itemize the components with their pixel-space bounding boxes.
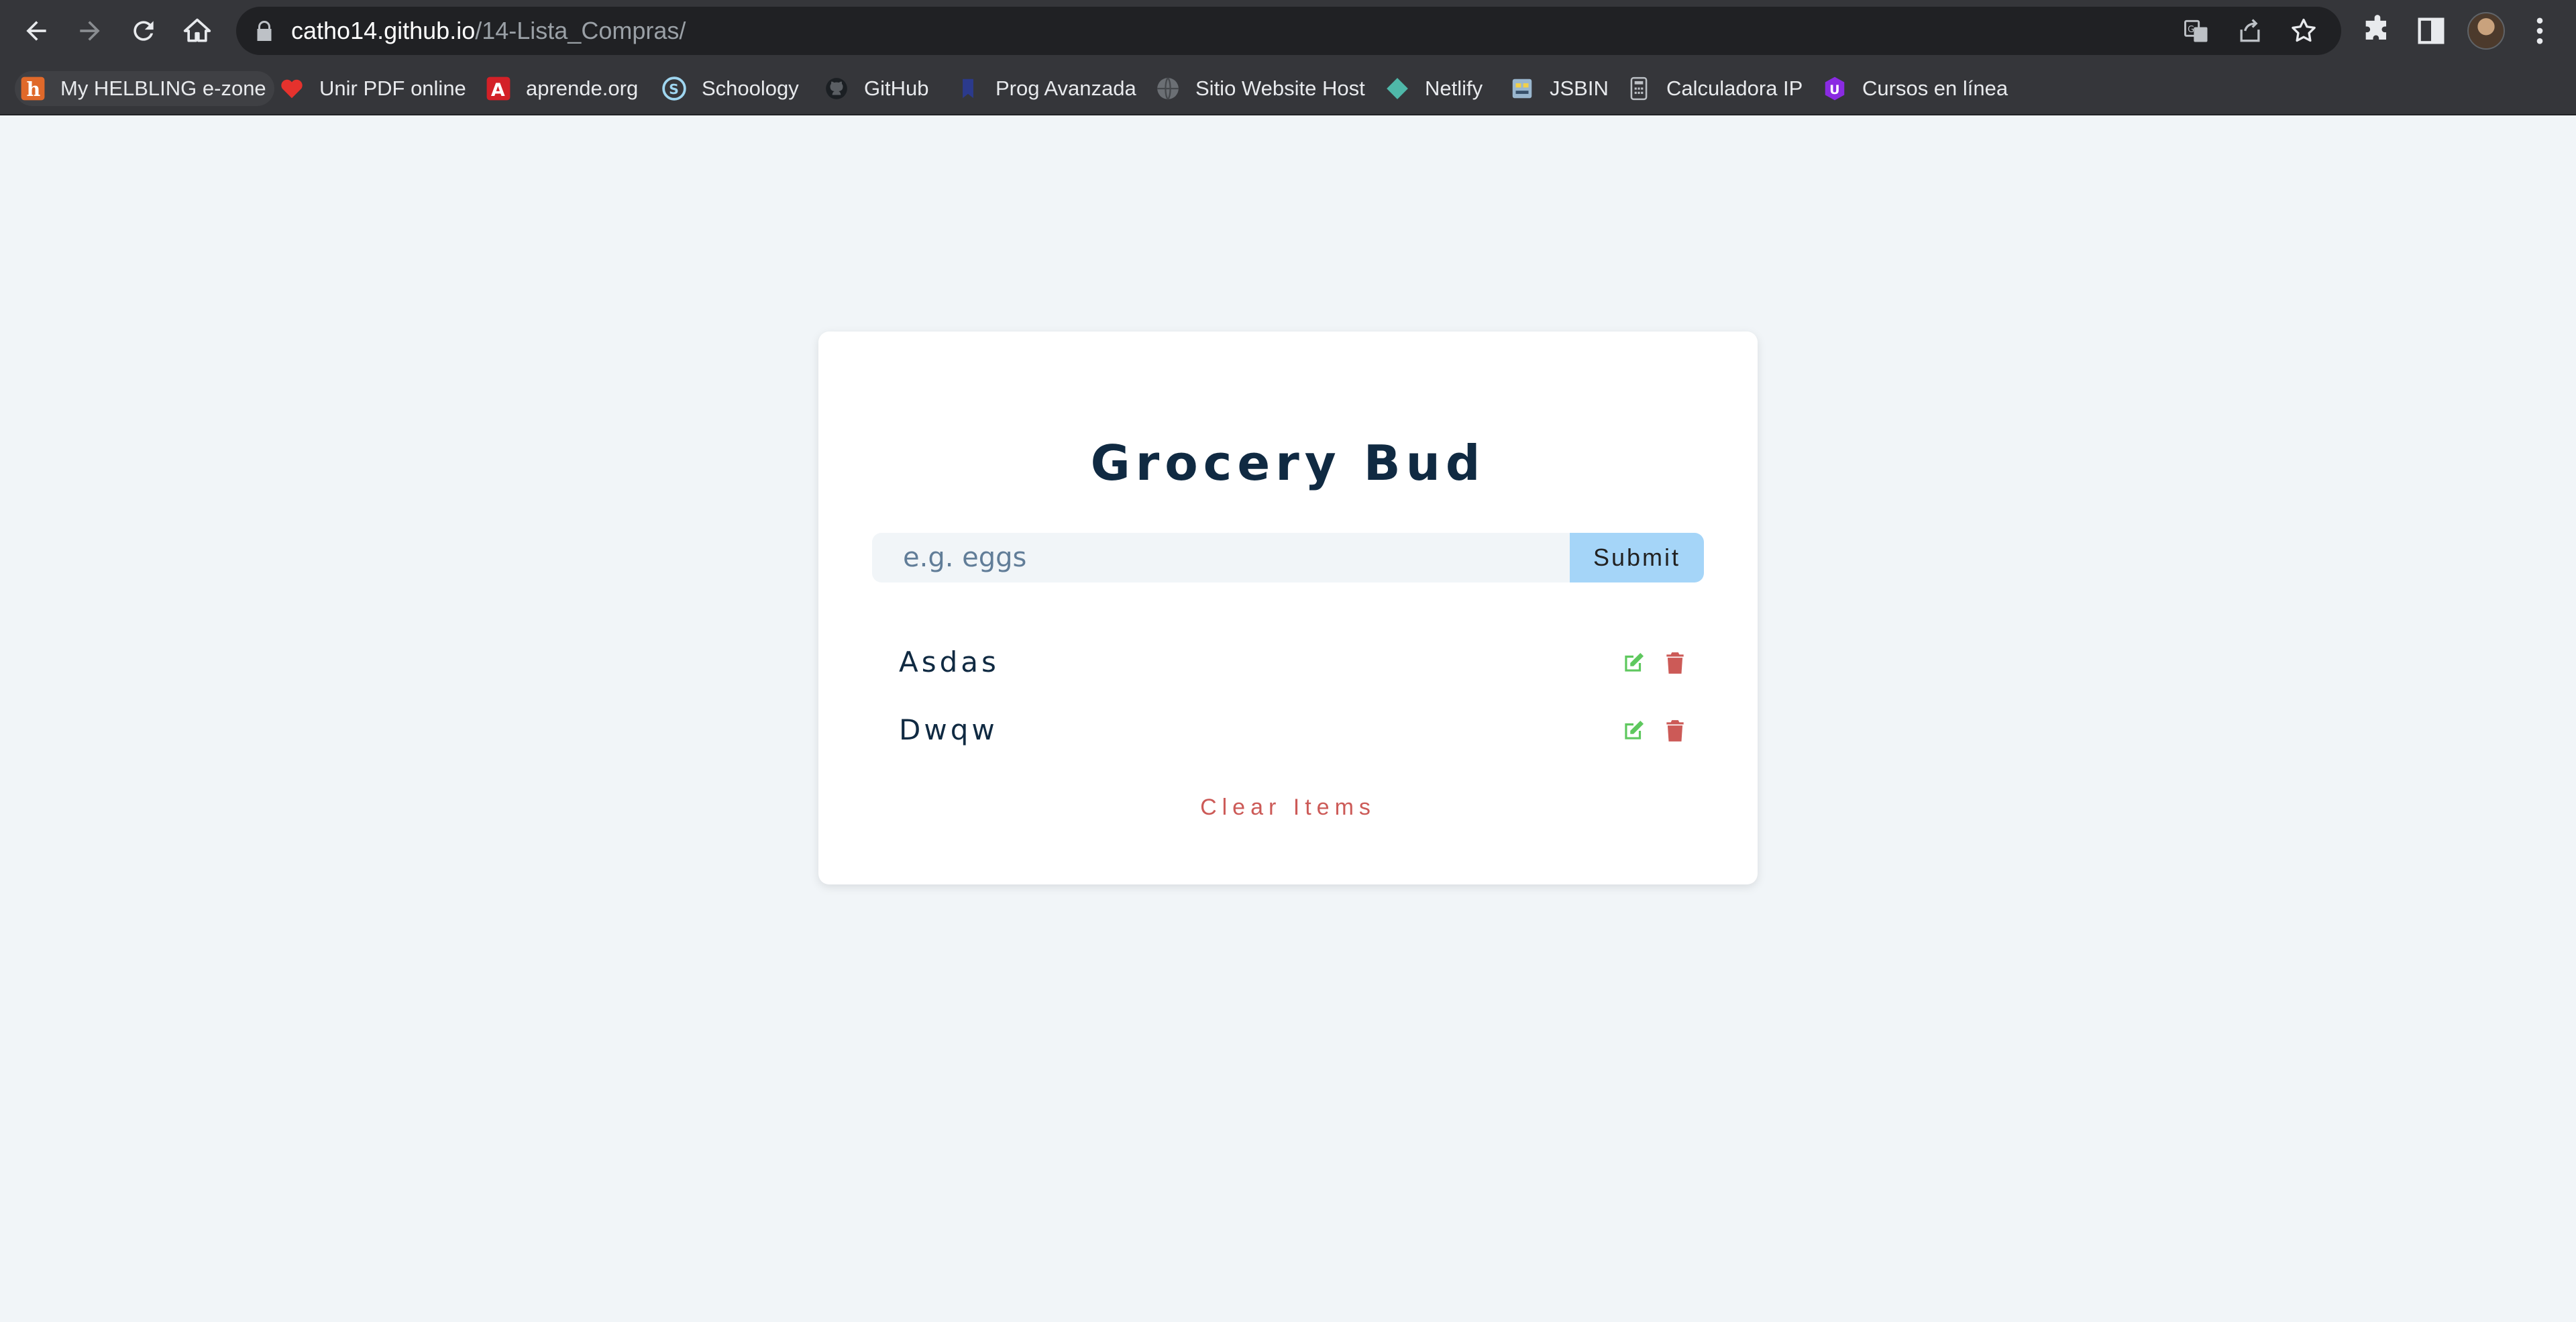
bookmark-netlify[interactable]: Netlify: [1385, 71, 1483, 106]
udemy-icon: U: [1822, 76, 1847, 101]
bookmark-prog-avanzada[interactable]: Prog Avanzada: [955, 71, 1136, 106]
delete-button[interactable]: [1662, 650, 1688, 676]
aprende-icon: A: [486, 76, 511, 101]
bookmark-label: Sitio Website Host: [1195, 77, 1365, 100]
extensions-icon[interactable]: [2360, 13, 2395, 48]
browser-toolbar: catho14.github.io/14-Lista_Compras/ G: [0, 0, 2576, 62]
forward-arrow-icon: [80, 21, 100, 41]
grocery-item: Dwqw: [899, 707, 1684, 754]
svg-text:A: A: [491, 80, 505, 101]
address-bar[interactable]: catho14.github.io/14-Lista_Compras/ G: [236, 7, 2341, 55]
trash-icon: [1666, 720, 1684, 742]
page-title: Grocery Bud: [1090, 435, 1486, 491]
grocery-item-title: Dwqw: [899, 713, 998, 746]
bookmark-label: Calculadora IP: [1666, 77, 1803, 100]
svg-text:S: S: [669, 81, 679, 97]
globe-icon: [1155, 76, 1181, 101]
edit-button[interactable]: [1621, 650, 1646, 676]
edit-button[interactable]: [1621, 718, 1646, 744]
reload-icon: [133, 21, 154, 41]
grocery-input[interactable]: [872, 533, 1570, 582]
browser-chrome: catho14.github.io/14-Lista_Compras/ G h …: [0, 0, 2576, 115]
bookmark-schoology[interactable]: S Schoology: [661, 71, 799, 106]
share-icon[interactable]: [2235, 16, 2265, 46]
bookmark-label: Netlify: [1425, 77, 1483, 100]
url-text: catho14.github.io/14-Lista_Compras/: [291, 7, 686, 55]
heart-pdf-icon: [279, 76, 305, 101]
trash-icon: [1666, 652, 1684, 674]
bookmark-label: Cursos en línea: [1862, 77, 2008, 100]
grocery-item: Asdas: [899, 639, 1684, 686]
bookmark-github[interactable]: GitHub: [824, 71, 928, 106]
bookmark-calculadora-ip[interactable]: Calculadora IP: [1626, 71, 1803, 106]
grocery-card: Grocery Bud Submit Asdas Dwqw Clear Item…: [818, 332, 1758, 884]
grocery-form: Submit: [872, 533, 1704, 582]
svg-text:h: h: [27, 78, 41, 101]
forward-button[interactable]: [68, 9, 111, 52]
grocery-item-title: Asdas: [899, 646, 1000, 678]
home-button[interactable]: [176, 9, 219, 52]
bookmark-label: Schoology: [702, 77, 799, 100]
reload-button[interactable]: [122, 9, 165, 52]
github-icon: [824, 76, 849, 101]
submit-button[interactable]: Submit: [1570, 533, 1704, 582]
url-path: /14-Lista_Compras/: [475, 17, 686, 44]
bookmark-star-icon[interactable]: [2289, 16, 2318, 46]
delete-button[interactable]: [1662, 718, 1688, 744]
bookmark-label: GitHub: [864, 77, 929, 100]
back-button[interactable]: [15, 9, 58, 52]
netlify-icon: [1385, 76, 1410, 101]
home-icon: [183, 18, 211, 42]
bookmark-cursos-en-linea[interactable]: U Cursos en línea: [1822, 71, 2008, 106]
schoology-icon: S: [661, 76, 687, 101]
bookmarks-bar: h My HELBLING e-zone Unir PDF online A a…: [0, 62, 2576, 115]
bookmark-unir-pdf[interactable]: Unir PDF online: [279, 71, 466, 106]
edit-icon: [1625, 720, 1644, 740]
lock-icon: [257, 21, 272, 41]
side-panel-icon[interactable]: [2414, 13, 2449, 48]
svg-text:U: U: [1829, 83, 1839, 97]
svg-text:G: G: [2188, 25, 2194, 35]
bookmark-helbling[interactable]: h My HELBLING e-zone: [15, 71, 274, 106]
bookmark-label: Unir PDF online: [319, 77, 466, 100]
bookmark-sitio-website-host[interactable]: Sitio Website Host: [1155, 71, 1365, 106]
kebab-menu-icon[interactable]: [2522, 13, 2557, 48]
bookmark-label: aprende.org: [526, 77, 639, 100]
jsbin-icon: [1509, 76, 1535, 101]
calculator-icon: [1626, 76, 1652, 101]
url-host: catho14.github.io: [291, 17, 476, 44]
edit-icon: [1625, 652, 1644, 672]
back-arrow-icon: [26, 21, 46, 41]
bookmark-icon: [955, 76, 981, 101]
bookmark-label: Prog Avanzada: [996, 77, 1136, 100]
bookmark-aprende[interactable]: A aprende.org: [486, 71, 638, 106]
clear-items-button[interactable]: Clear Items: [818, 795, 1758, 821]
translate-icon[interactable]: G: [2182, 16, 2211, 46]
bookmark-jsbin[interactable]: JSBIN: [1509, 71, 1609, 106]
profile-avatar[interactable]: [2467, 12, 2505, 50]
bookmark-label: My HELBLING e-zone: [60, 77, 266, 100]
helbling-icon: h: [20, 76, 46, 101]
bookmark-label: JSBIN: [1550, 77, 1609, 100]
